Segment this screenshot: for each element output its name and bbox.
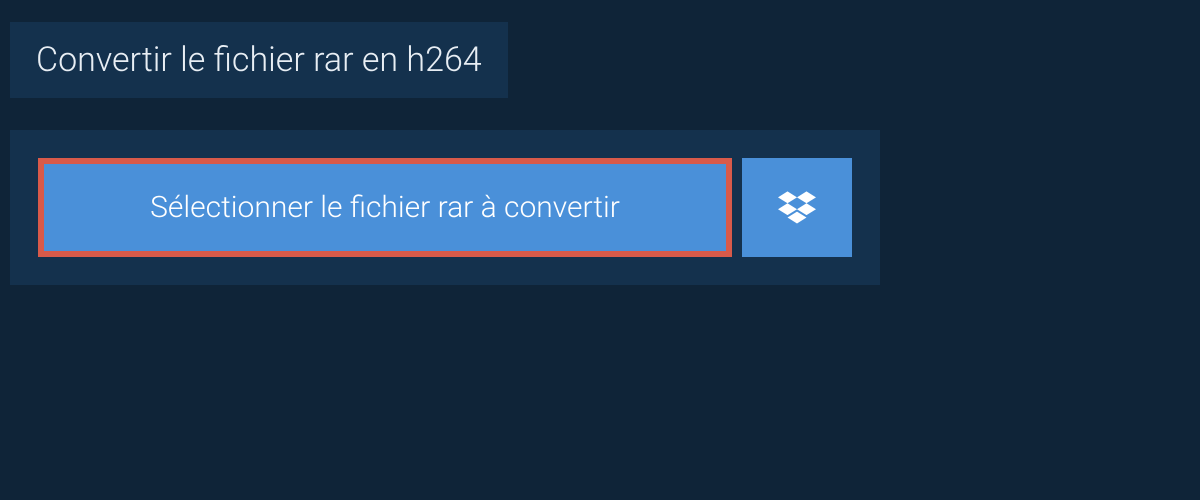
upload-panel: Sélectionner le fichier rar à convertir [10, 130, 880, 285]
page-title-tab: Convertir le fichier rar en h264 [10, 22, 508, 98]
select-file-button[interactable]: Sélectionner le fichier rar à convertir [38, 158, 732, 257]
dropbox-button[interactable] [742, 158, 852, 257]
select-file-label: Sélectionner le fichier rar à convertir [150, 190, 620, 225]
dropbox-icon [778, 189, 816, 227]
page-title: Convertir le fichier rar en h264 [36, 40, 482, 80]
